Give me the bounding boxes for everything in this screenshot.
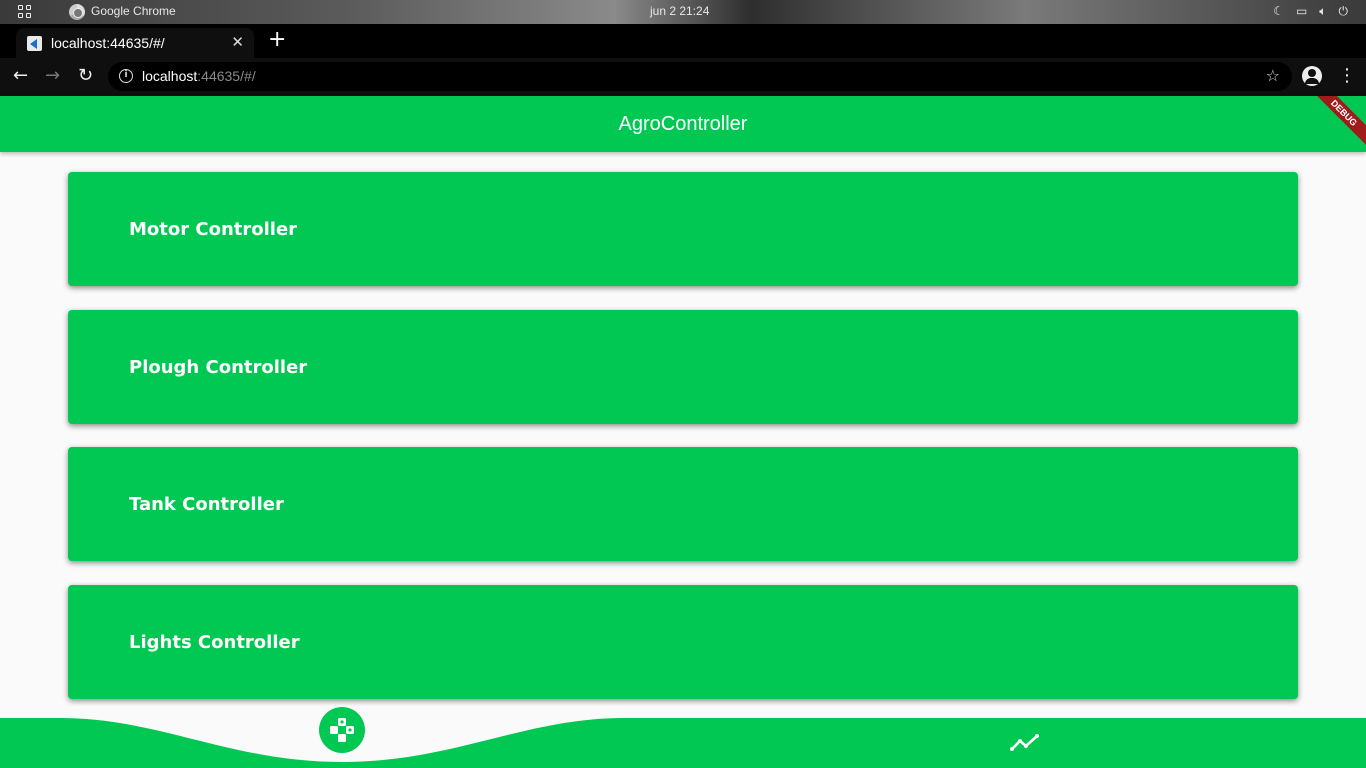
night-mode-icon[interactable]: ☾ <box>1273 4 1284 19</box>
tab-strip: localhost:44635/#/ ✕ <box>0 24 1366 58</box>
new-tab-button[interactable]: + <box>268 28 286 52</box>
flutter-favicon-icon <box>27 36 42 51</box>
nav-item-stats[interactable] <box>1010 731 1040 753</box>
card-label: Motor Controller <box>129 219 298 240</box>
browser-tab[interactable]: localhost:44635/#/ ✕ <box>16 28 254 58</box>
forward-arrow-icon[interactable]: → <box>45 66 60 86</box>
address-bar[interactable]: i localhost:44635/#/ ☆ <box>108 62 1292 91</box>
browser-menu-icon[interactable]: ⋮ <box>1338 66 1356 86</box>
close-tab-icon[interactable]: ✕ <box>231 33 244 51</box>
active-app-name: Google Chrome <box>91 4 176 18</box>
site-info-icon[interactable]: i <box>119 69 133 83</box>
plough-controller-card[interactable]: Plough Controller <box>68 309 1298 424</box>
chart-line-icon <box>1010 734 1039 751</box>
power-icon[interactable]: ⏻ <box>1339 4 1349 19</box>
nav-item-controllers[interactable] <box>319 707 365 753</box>
gamepad-icon <box>330 718 354 742</box>
url-text[interactable]: localhost:44635/#/ <box>142 68 256 84</box>
reload-icon[interactable]: ↻ <box>78 66 93 86</box>
back-arrow-icon[interactable]: ← <box>13 66 28 86</box>
tank-controller-card[interactable]: Tank Controller <box>68 447 1298 561</box>
bookmark-star-icon[interactable]: ☆ <box>1266 66 1280 85</box>
display-icon[interactable]: ▭ <box>1296 4 1307 19</box>
curved-nav-background <box>0 718 1366 768</box>
lights-controller-card[interactable]: Lights Controller <box>68 584 1298 699</box>
app-grid-icon[interactable] <box>18 5 32 19</box>
card-label: Tank Controller <box>129 494 284 515</box>
card-label: Plough Controller <box>129 356 308 378</box>
controller-list: Motor Controller Plough Controller Tank … <box>68 172 1298 722</box>
card-label: Lights Controller <box>129 631 300 653</box>
volume-icon[interactable]: 🔈︎ <box>1319 4 1326 19</box>
browser-toolbar: ← → ↻ i localhost:44635/#/ ☆ ⋮ <box>0 58 1366 96</box>
page-title: AgroController <box>618 113 748 135</box>
bottom-navigation-bar <box>0 718 1366 768</box>
profile-avatar-icon[interactable] <box>1302 66 1322 86</box>
tab-title: localhost:44635/#/ <box>51 35 165 51</box>
motor-controller-card[interactable]: Motor Controller <box>68 172 1298 286</box>
system-tray[interactable]: ☾ ▭ 🔈︎ ⏻ <box>1273 4 1348 19</box>
system-clock[interactable]: jun 2 21:24 <box>650 4 709 18</box>
app-bar: AgroController DEBUG <box>0 96 1366 152</box>
chrome-logo-icon <box>69 4 85 20</box>
os-top-bar: Google Chrome jun 2 21:24 ☾ ▭ 🔈︎ ⏻ <box>0 0 1366 24</box>
